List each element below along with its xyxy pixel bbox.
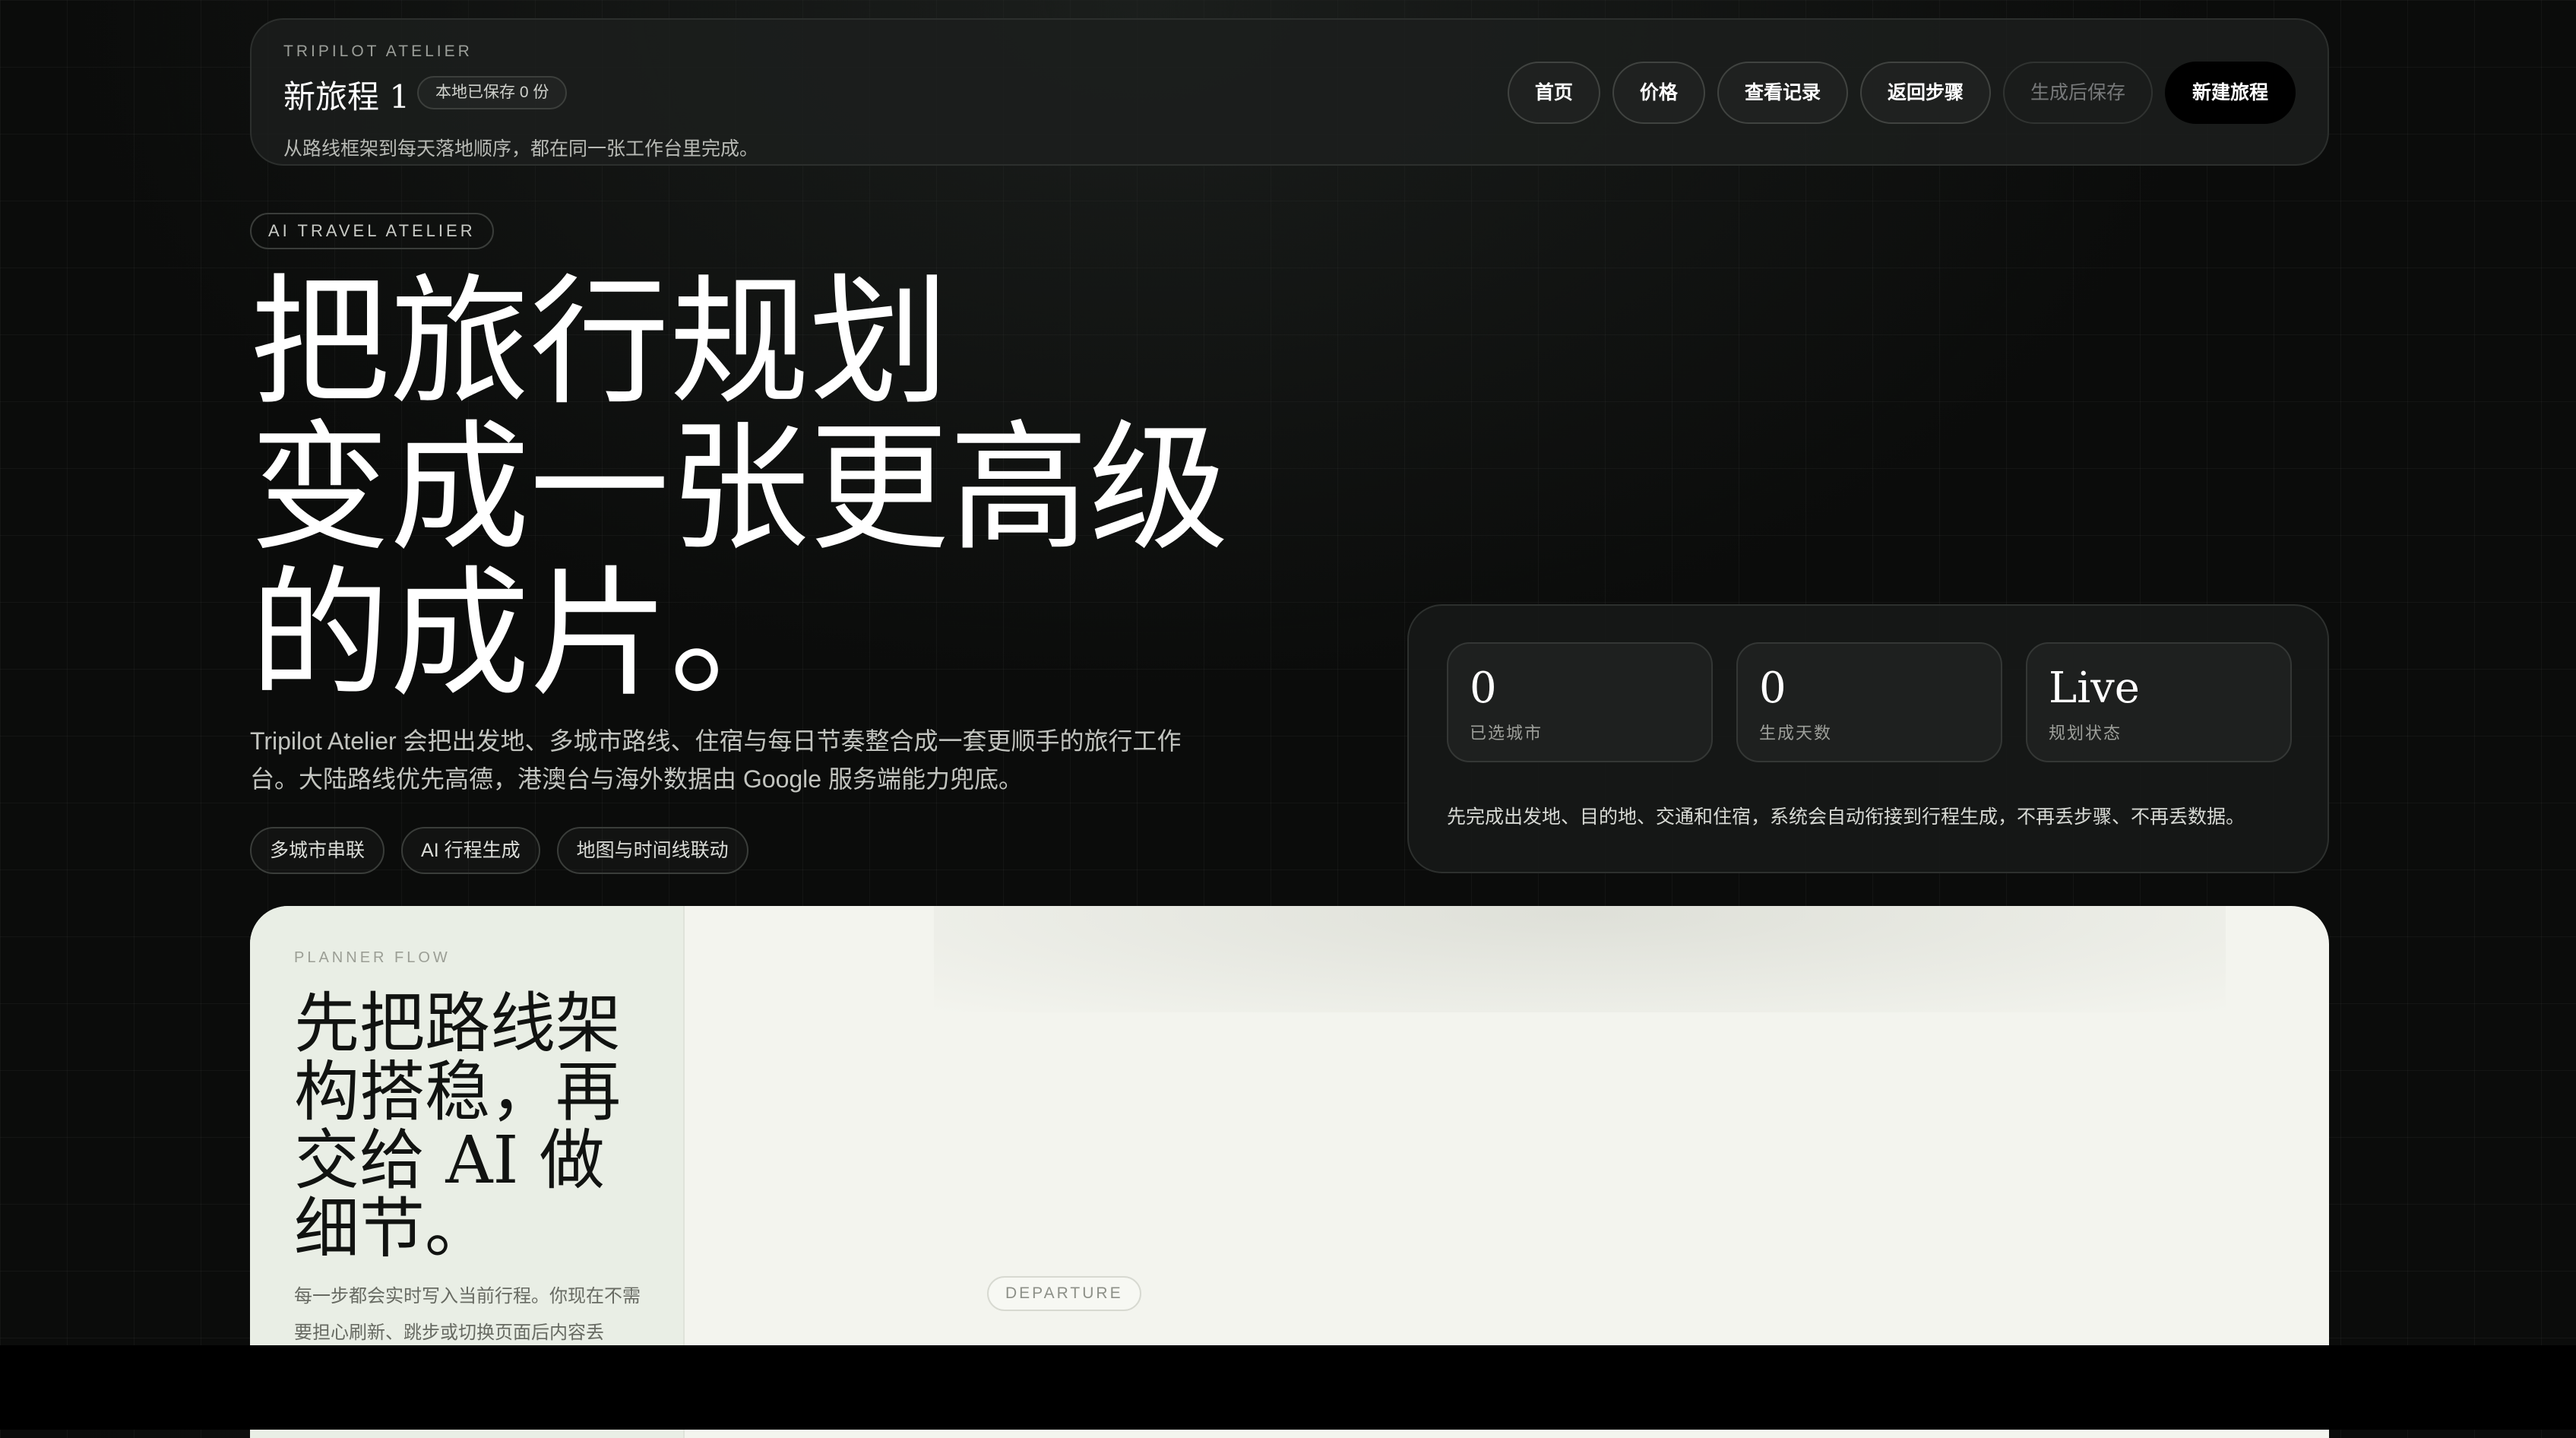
stats-card: 0 已选城市 0 生成天数 Live 规划状态 先完成出发地、目的地、交通和住宿… (1407, 604, 2329, 873)
stat-planning-status: Live 规划状态 (2026, 642, 2292, 762)
trip-subtitle: 从路线框架到每天落地顺序，都在同一张工作台里完成。 (283, 138, 759, 160)
save-after-generate-button[interactable]: 生成后保存 (2002, 62, 2153, 124)
feature-tag: 多城市串联 (250, 827, 385, 874)
trip-title[interactable]: 新旅程 1 (283, 71, 410, 118)
hero-title: 把旅行规划 变成一张更高级 的成片。 (250, 270, 1229, 708)
view-history-button[interactable]: 查看记录 (1717, 62, 1848, 124)
stats-note: 先完成出发地、目的地、交通和住宿，系统会自动衔接到行程生成，不再丢步骤、不再丢数… (1447, 806, 2245, 828)
top-header: TRIPILOT ATELIER 新旅程 1 本地已保存 0 份 从路线框架到每… (250, 18, 2329, 166)
brand-eyebrow: TRIPILOT ATELIER (283, 43, 473, 60)
hero-eyebrow: AI TRAVEL ATELIER (250, 213, 494, 249)
planner-eyebrow: PLANNER FLOW (294, 949, 451, 966)
back-to-steps-button[interactable]: 返回步骤 (1859, 62, 1991, 124)
hero-title-line-2: 变成一张更高级 (250, 407, 1229, 570)
departure-step-pill: DEPARTURE (987, 1276, 1141, 1311)
stat-label: 规划状态 (2049, 724, 2122, 743)
hero-description: Tripilot Atelier 会把出发地、多城市路线、住宿与每日节奏整合成一… (250, 727, 1182, 793)
stat-value: Live (2049, 664, 2140, 713)
save-status-badge: 本地已保存 0 份 (417, 76, 568, 109)
new-trip-button[interactable]: 新建旅程 (2164, 62, 2296, 124)
stat-label: 生成天数 (1759, 724, 1833, 743)
stat-value: 0 (1470, 664, 1497, 713)
pricing-button[interactable]: 价格 (1612, 62, 1705, 124)
header-nav: 首页 价格 查看记录 返回步骤 生成后保存 新建旅程 (1507, 62, 2296, 124)
home-button[interactable]: 首页 (1507, 62, 1600, 124)
feature-tag: 地图与时间线联动 (556, 827, 748, 874)
feature-tag: AI 行程生成 (401, 827, 540, 874)
stat-generated-days: 0 生成天数 (1736, 642, 2002, 762)
stat-value: 0 (1759, 664, 1786, 713)
stat-label: 已选城市 (1470, 724, 1543, 743)
planner-description: 每一步都会实时写入当前行程。你现在不需要担心刷新、跳步或切换页面后内容丢 (294, 1286, 641, 1343)
bottom-black-bar (0, 1345, 2576, 1430)
hero-title-line-1: 把旅行规划 (250, 261, 950, 424)
feature-tags: 多城市串联 AI 行程生成 地图与时间线联动 (250, 827, 748, 874)
planner-title: 先把路线架构搭稳，再交给 AI 做细节。 (294, 986, 621, 1267)
stat-selected-cities: 0 已选城市 (1447, 642, 1713, 762)
hero-title-line-3: 的成片。 (250, 553, 810, 716)
planner-glow (934, 906, 2226, 1012)
